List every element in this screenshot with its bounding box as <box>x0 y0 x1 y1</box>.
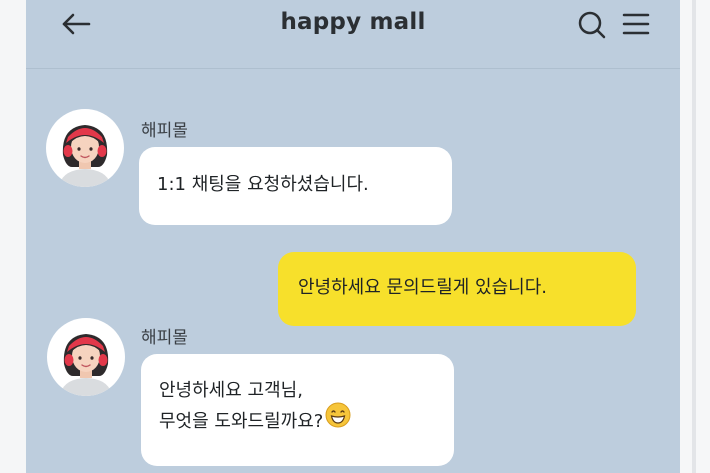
store-message-bubble: 1:1 채팅을 요청하셨습니다. <box>139 147 452 225</box>
message-text: 무엇을 도와드릴까요? <box>159 411 324 432</box>
search-button[interactable] <box>576 9 608 41</box>
chat-window: happy mall 해피몰 1:1 채팅을 요청하셨습니다. 안녕하세요 문의… <box>26 0 680 473</box>
left-margin <box>0 0 26 473</box>
avatar[interactable] <box>47 318 125 396</box>
message-text-line: 무엇을 도와드릴까요? <box>159 402 454 438</box>
message-text: 1:1 채팅을 요청하셨습니다. <box>157 174 369 195</box>
scrollbar-track[interactable] <box>692 0 696 473</box>
right-margin <box>680 0 710 473</box>
search-icon <box>578 11 606 39</box>
message-text: 안녕하세요 문의드릴게 있습니다. <box>298 277 548 298</box>
message-text-line: 안녕하세요 고객님, <box>159 380 303 401</box>
user-message-bubble: 안녕하세요 문의드릴게 있습니다. <box>278 252 636 326</box>
sender-name: 해피몰 <box>141 328 188 348</box>
woman-avatar-icon <box>61 125 109 187</box>
menu-icon <box>622 13 650 35</box>
store-message-bubble: 안녕하세요 고객님, 무엇을 도와드릴까요? <box>141 354 454 466</box>
avatar[interactable] <box>46 109 124 187</box>
menu-button[interactable] <box>620 10 652 40</box>
chat-header: happy mall <box>26 0 680 69</box>
grinning-face-icon <box>325 402 351 438</box>
sender-name: 해피몰 <box>141 121 188 141</box>
woman-avatar-icon <box>62 334 110 396</box>
